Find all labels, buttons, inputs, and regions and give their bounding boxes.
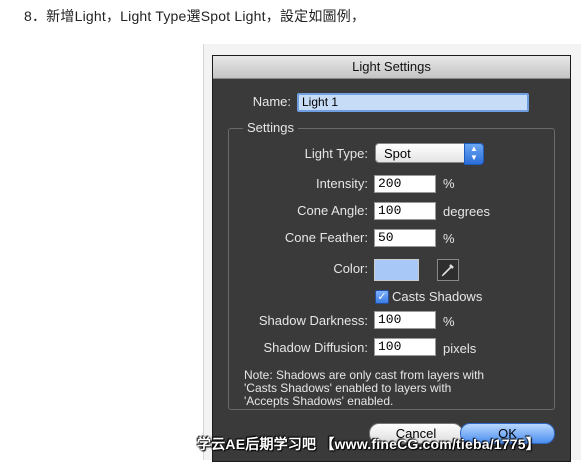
- shadow-diffusion-unit: pixels: [443, 341, 477, 356]
- light-settings-dialog: Light Settings Name: Light 1 Settings Li…: [212, 55, 571, 462]
- shadow-darkness-label: Shadow Darkness:: [258, 313, 368, 328]
- color-swatch[interactable]: [374, 259, 419, 281]
- eyedropper-icon[interactable]: [437, 259, 459, 281]
- name-input[interactable]: Light 1: [297, 93, 529, 112]
- cone-angle-unit: degrees: [443, 204, 490, 219]
- shadow-note: Note: Shadows are only cast from layers …: [244, 369, 534, 408]
- intensity-label: Intensity:: [315, 176, 368, 191]
- watermark: 学云AE后期学习吧 【www.fineCG.com/tieba/1775】: [197, 436, 540, 452]
- color-label: Color:: [333, 261, 368, 276]
- light-type-value: Spot: [384, 146, 411, 161]
- shadow-darkness-unit: %: [443, 314, 455, 329]
- step-caption: 8．新增Light，Light Type選Spot Light，設定如圖例，: [24, 8, 366, 24]
- cone-feather-label: Cone Feather:: [284, 230, 368, 245]
- light-type-select[interactable]: Spot ▲ ▼: [375, 143, 484, 165]
- cone-feather-input[interactable]: 50: [374, 229, 436, 247]
- shadow-diffusion-input[interactable]: 100: [374, 338, 436, 356]
- dialog-title: Light Settings: [213, 56, 570, 79]
- intensity-input[interactable]: 200: [374, 175, 436, 193]
- cone-angle-input[interactable]: 100: [374, 202, 436, 220]
- light-type-label: Light Type:: [304, 146, 368, 161]
- shadow-darkness-input[interactable]: 100: [374, 311, 436, 329]
- intensity-unit: %: [443, 176, 455, 191]
- shadow-diffusion-label: Shadow Diffusion:: [263, 340, 368, 355]
- cone-angle-label: Cone Angle:: [297, 203, 368, 218]
- cone-feather-unit: %: [443, 231, 455, 246]
- note-line: 'Accepts Shadows' enabled.: [244, 394, 394, 408]
- name-label: Name:: [252, 94, 291, 109]
- casts-shadows-label: Casts Shadows: [392, 289, 483, 304]
- casts-shadows-checkbox[interactable]: ✓: [375, 290, 389, 304]
- settings-group-title: Settings: [243, 120, 298, 135]
- select-arrows-icon: ▲ ▼: [464, 143, 484, 165]
